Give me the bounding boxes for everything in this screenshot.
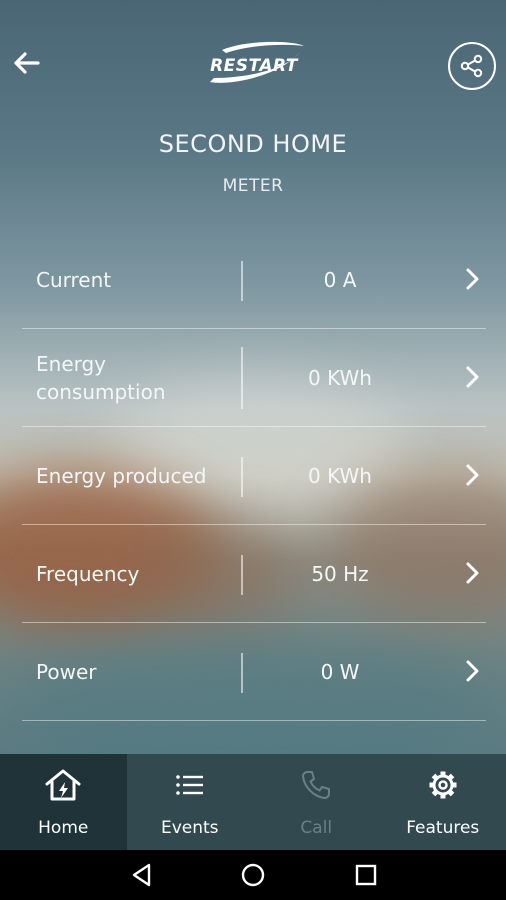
row-value: 0 KWh: [308, 463, 372, 488]
list-icon: [175, 775, 203, 795]
chevron-right-icon: [466, 464, 479, 486]
row-energy-produced[interactable]: Energy produced 0 KWh: [22, 427, 486, 525]
row-power[interactable]: Power 0 W: [22, 623, 486, 721]
share-button[interactable]: [448, 42, 496, 90]
row-energy-consumption[interactable]: Energy consumption 0 KWh: [22, 329, 486, 427]
nav-recents-icon[interactable]: [352, 861, 380, 889]
row-value: 0 KWh: [308, 365, 372, 390]
chevron-right-icon: [466, 366, 479, 388]
row-label: Energy produced: [36, 463, 207, 488]
svg-text:RESTART: RESTART: [210, 56, 299, 76]
restart-logo: RESTART: [200, 38, 308, 88]
chevron-right-icon: [466, 562, 479, 584]
row-divider: [241, 347, 243, 409]
row-divider: [241, 555, 243, 595]
row-value: 0 W: [320, 659, 360, 684]
bottom-tab-bar: Home Events Call Features: [0, 754, 506, 850]
row-frequency[interactable]: Frequency 50 Hz: [22, 525, 486, 623]
meter-list: Current 0 A Energy consumption 0 KWh Ene…: [22, 231, 486, 721]
arrow-left-icon: [14, 52, 40, 74]
home-bolt-icon: [45, 769, 81, 801]
chevron-right-icon: [466, 660, 479, 682]
header: RESTART SECOND HOME METER: [0, 0, 506, 230]
android-nav-bar: [0, 850, 506, 900]
chevron-right-icon: [466, 268, 479, 290]
row-divider: [241, 457, 243, 497]
tab-events[interactable]: Events: [127, 754, 254, 850]
nav-back-icon[interactable]: [128, 861, 156, 889]
gear-icon: [429, 771, 457, 799]
tab-features[interactable]: Features: [380, 754, 506, 850]
tab-home[interactable]: Home: [0, 754, 127, 850]
phone-icon: [302, 771, 331, 799]
row-label: Current: [36, 267, 112, 292]
tab-call[interactable]: Call: [253, 754, 380, 850]
share-icon: [460, 54, 483, 78]
row-value: 0 A: [323, 267, 357, 292]
tab-label: Features: [406, 818, 480, 838]
tab-label: Events: [160, 818, 219, 838]
row-label: Frequency: [36, 561, 140, 586]
row-divider: [241, 261, 243, 301]
tab-label: Call: [300, 818, 333, 838]
back-button[interactable]: [10, 46, 44, 80]
row-value: 50 Hz: [311, 561, 369, 586]
page-title: SECOND HOME: [158, 130, 348, 158]
row-label: Power: [36, 659, 97, 684]
row-label: Energy consumption: [36, 351, 166, 404]
tab-label: Home: [38, 818, 89, 838]
row-current[interactable]: Current 0 A: [22, 231, 486, 329]
page-subtitle: METER: [222, 176, 284, 196]
row-divider: [241, 653, 243, 693]
nav-home-icon[interactable]: [239, 861, 267, 889]
